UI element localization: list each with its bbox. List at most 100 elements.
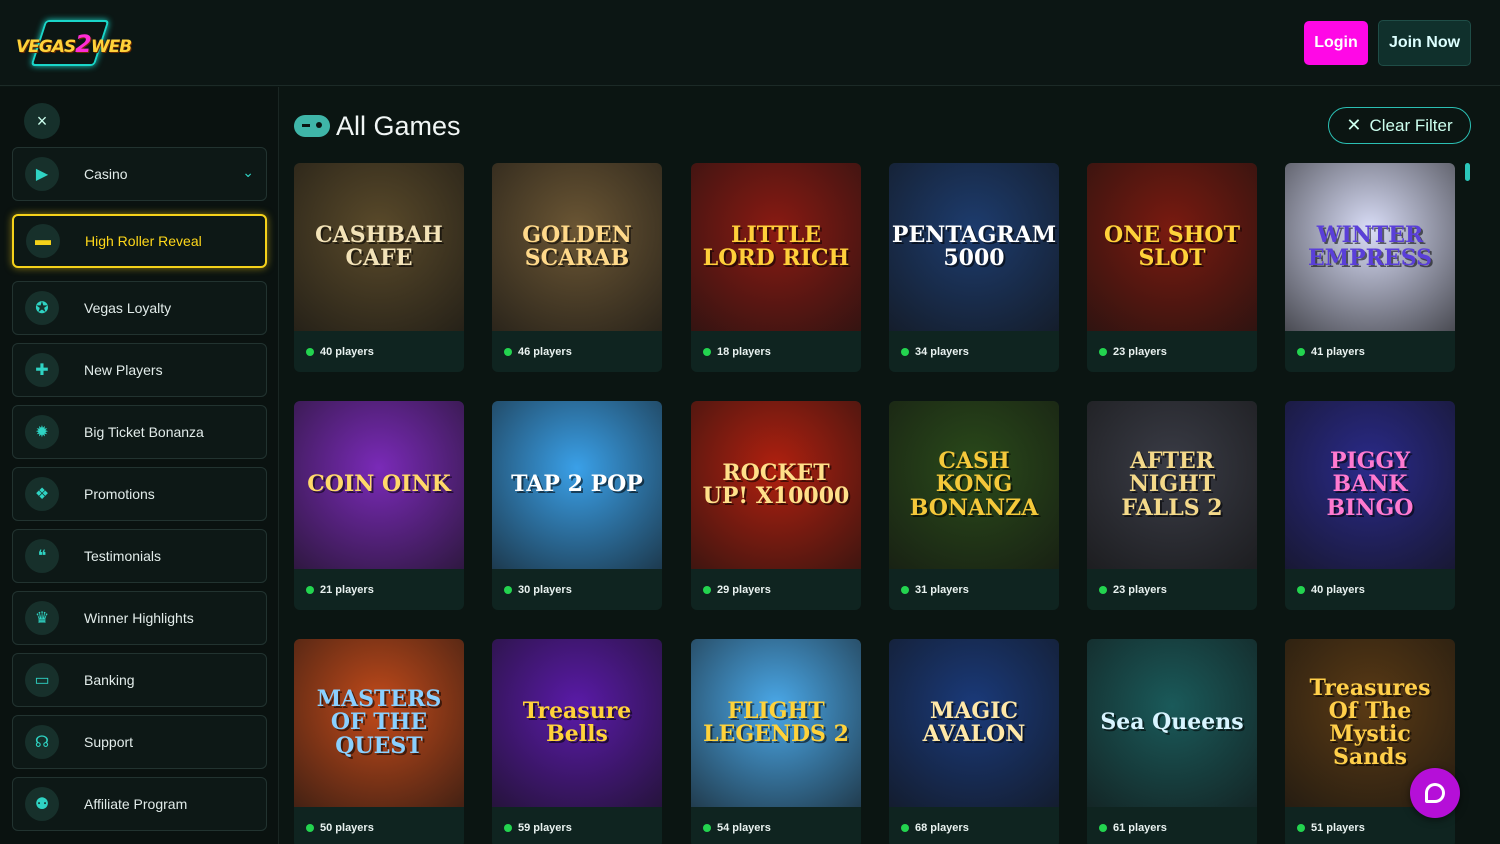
login-button[interactable]: Login <box>1304 21 1368 65</box>
player-count: 50 players <box>306 822 374 834</box>
game-card[interactable]: WINTER EMPRESS 41 players <box>1285 163 1455 372</box>
game-title: FLIGHT LEGENDS 2 <box>703 697 849 747</box>
online-dot-icon <box>1297 824 1305 832</box>
close-sidebar-button[interactable]: × <box>24 103 60 139</box>
sidebar-item-vegas-loyalty[interactable]: ✪ Vegas Loyalty <box>12 281 267 335</box>
player-count: 61 players <box>1099 822 1167 834</box>
game-thumbnail[interactable]: CASH KONG BONANZA <box>889 401 1059 569</box>
player-count: 34 players <box>901 346 969 358</box>
game-card[interactable]: FLIGHT LEGENDS 2 54 players <box>691 639 861 844</box>
game-thumbnail[interactable]: CASHBAH CAFE <box>294 163 464 331</box>
sidebar-item-label: Testimonials <box>84 548 162 564</box>
chevron-down-icon[interactable]: ⌄ <box>242 164 254 181</box>
game-thumbnail[interactable]: MAGIC AVALON <box>889 639 1059 807</box>
game-title: LITTLE LORD RICH <box>702 221 850 271</box>
sidebar-item-new-players[interactable]: ✚ New Players <box>12 343 267 397</box>
game-card[interactable]: TAP 2 POP 30 players <box>492 401 662 610</box>
game-thumbnail[interactable]: Sea Queens <box>1087 639 1257 807</box>
game-card[interactable]: AFTER NIGHT FALLS 2 23 players <box>1087 401 1257 610</box>
game-card[interactable]: CASHBAH CAFE 40 players <box>294 163 464 372</box>
sidebar-item-banking[interactable]: ▭ Banking <box>12 653 267 707</box>
player-count-text: 50 players <box>320 822 374 834</box>
player-count-text: 23 players <box>1113 584 1167 596</box>
ticket-icon: ▬ <box>26 224 60 258</box>
game-title: TAP 2 POP <box>511 471 643 498</box>
game-card[interactable]: MASTERS OF THE QUEST 50 players <box>294 639 464 844</box>
sidebar-item-label: High Roller Reveal <box>85 233 202 249</box>
game-title: ONE SHOT SLOT <box>1104 221 1240 271</box>
game-card[interactable]: LITTLE LORD RICH 18 players <box>691 163 861 372</box>
game-thumbnail[interactable]: AFTER NIGHT FALLS 2 <box>1087 401 1257 569</box>
player-count-text: 18 players <box>717 346 771 358</box>
online-dot-icon <box>1099 824 1107 832</box>
sidebar-item-promotions[interactable]: ❖ Promotions <box>12 467 267 521</box>
player-count-text: 46 players <box>518 346 572 358</box>
game-card[interactable]: Treasure Bells 59 players <box>492 639 662 844</box>
game-thumbnail[interactable]: Treasure Bells <box>492 639 662 807</box>
game-thumbnail[interactable]: ONE SHOT SLOT <box>1087 163 1257 331</box>
online-dot-icon <box>306 586 314 594</box>
sidebar-item-support[interactable]: ☊ Support <box>12 715 267 769</box>
game-thumbnail[interactable]: PIGGY BANK BINGO <box>1285 401 1455 569</box>
player-count-text: 61 players <box>1113 822 1167 834</box>
game-title: MASTERS OF THE QUEST <box>316 686 442 759</box>
medal-icon: ✪ <box>25 291 59 325</box>
sidebar-item-affiliate-program[interactable]: ⚉ Affiliate Program <box>12 777 267 831</box>
player-count: 18 players <box>703 346 771 358</box>
game-card[interactable]: ROCKET UP! X10000 29 players <box>691 401 861 610</box>
game-title: WINTER EMPRESS <box>1307 221 1432 271</box>
player-count: 40 players <box>1297 584 1365 596</box>
game-title: AFTER NIGHT FALLS 2 <box>1121 448 1223 521</box>
player-count-text: 59 players <box>518 822 572 834</box>
player-count-text: 23 players <box>1113 346 1167 358</box>
game-card[interactable]: COIN OINK 21 players <box>294 401 464 610</box>
online-dot-icon <box>901 824 909 832</box>
game-title: COIN OINK <box>307 471 451 498</box>
sidebar-item-testimonials[interactable]: ❝ Testimonials <box>12 529 267 583</box>
scrollbar[interactable] <box>1465 163 1470 181</box>
game-card[interactable]: PIGGY BANK BINGO 40 players <box>1285 401 1455 610</box>
sidebar-item-label: Support <box>84 734 134 750</box>
sidebar-item-casino[interactable]: ▶ Casino ⌄ <box>12 147 267 201</box>
game-thumbnail[interactable]: ROCKET UP! X10000 <box>691 401 861 569</box>
sidebar-item-label: Affiliate Program <box>84 796 188 812</box>
card-icon: ▭ <box>25 663 59 697</box>
sidebar-item-winner-highlights[interactable]: ♛ Winner Highlights <box>12 591 267 645</box>
game-thumbnail[interactable]: LITTLE LORD RICH <box>691 163 861 331</box>
game-card[interactable]: GOLDEN SCARAB 46 players <box>492 163 662 372</box>
player-count-text: 68 players <box>915 822 969 834</box>
player-count: 23 players <box>1099 346 1167 358</box>
game-thumbnail[interactable]: COIN OINK <box>294 401 464 569</box>
online-dot-icon <box>306 824 314 832</box>
online-dot-icon <box>504 824 512 832</box>
vegas2web-logo[interactable]: VEGAS2WEB <box>14 14 132 72</box>
online-dot-icon <box>1099 348 1107 356</box>
game-thumbnail[interactable]: MASTERS OF THE QUEST <box>294 639 464 807</box>
online-dot-icon <box>901 586 909 594</box>
gamepad-icon <box>294 115 330 137</box>
online-dot-icon <box>703 348 711 356</box>
clear-filter-button[interactable]: ✕ Clear Filter <box>1328 107 1471 144</box>
game-card[interactable]: PENTAGRAM 5000 34 players <box>889 163 1059 372</box>
game-thumbnail[interactable]: GOLDEN SCARAB <box>492 163 662 331</box>
player-count: 21 players <box>306 584 374 596</box>
game-card[interactable]: ONE SHOT SLOT 23 players <box>1087 163 1257 372</box>
game-title: PENTAGRAM 5000 <box>891 221 1057 271</box>
gear-icon: ✹ <box>25 415 59 449</box>
game-thumbnail[interactable]: WINTER EMPRESS <box>1285 163 1455 331</box>
game-card[interactable]: MAGIC AVALON 68 players <box>889 639 1059 844</box>
game-thumbnail[interactable]: TAP 2 POP <box>492 401 662 569</box>
game-card[interactable]: CASH KONG BONANZA 31 players <box>889 401 1059 610</box>
game-card[interactable]: Sea Queens 61 players <box>1087 639 1257 844</box>
join-now-button[interactable]: Join Now <box>1378 20 1471 66</box>
game-thumbnail[interactable]: PENTAGRAM 5000 <box>889 163 1059 331</box>
sidebar-item-big-ticket-bonanza[interactable]: ✹ Big Ticket Bonanza <box>12 405 267 459</box>
player-count-text: 21 players <box>320 584 374 596</box>
game-title: Treasures Of The Mystic Sands <box>1309 674 1431 771</box>
game-thumbnail[interactable]: FLIGHT LEGENDS 2 <box>691 639 861 807</box>
online-dot-icon <box>1099 586 1107 594</box>
sidebar-item-high-roller-reveal[interactable]: ▬ High Roller Reveal <box>12 214 267 268</box>
live-chat-button[interactable] <box>1410 768 1460 818</box>
game-title: MAGIC AVALON <box>922 697 1026 747</box>
game-title: GOLDEN SCARAB <box>522 221 632 271</box>
